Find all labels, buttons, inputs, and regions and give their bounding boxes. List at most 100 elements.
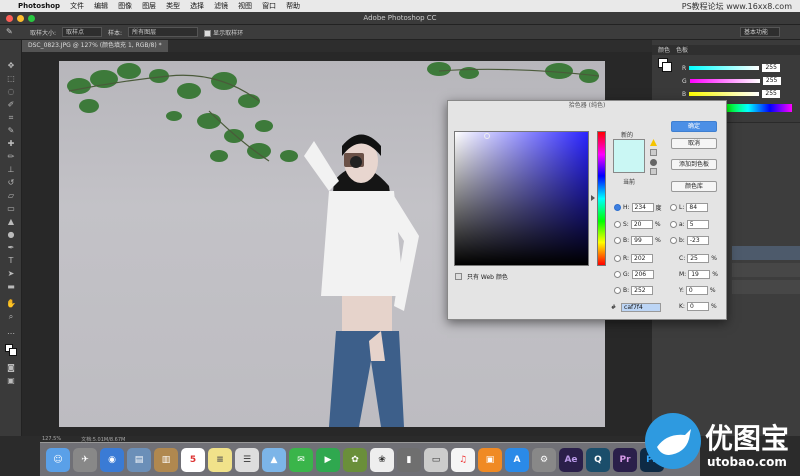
y-input[interactable]: 0 [685,286,708,295]
hand-tool-icon[interactable]: ✋ [4,298,18,309]
photo-booth-icon[interactable]: ✿ [343,447,367,472]
eyedropper-icon[interactable]: ✎ [6,27,13,36]
r-radio[interactable] [614,255,621,262]
green-slider-row[interactable]: G 255 [682,77,792,85]
web-swatch-icon[interactable] [650,168,657,175]
g-radio[interactable] [614,271,621,278]
sample-select[interactable]: 所有图层 [128,27,199,37]
document-tab[interactable]: DSC_0823.JPG @ 127% (颜色填充 1, RGB/8) * [22,40,168,52]
menu-type[interactable]: 类型 [166,1,180,11]
c-field-row[interactable]: C: 25% [679,254,717,263]
b-radio[interactable] [614,237,621,244]
workspace-select[interactable]: 基本功能 [740,27,780,37]
system-preferences-icon[interactable]: ⚙ [532,447,556,472]
s-field-row[interactable]: S: 20% [614,220,661,229]
app-menu[interactable]: Photoshop [18,2,60,10]
web-only-row[interactable]: 只有 Web 颜色 [455,272,508,281]
history-brush-icon[interactable]: ↺ [4,177,18,188]
color-swatches-icon[interactable] [4,344,18,358]
green-value[interactable]: 255 [762,77,781,85]
layer-row-selected[interactable] [732,246,800,260]
ok-button[interactable]: 确定 [671,121,717,132]
a-radio[interactable] [670,221,677,228]
launchpad-icon[interactable]: ✈ [73,447,97,472]
s-input[interactable]: 20 [630,220,653,229]
red-slider-row[interactable]: R 255 [682,64,792,72]
books-icon[interactable]: ▣ [478,447,502,472]
r-field-row[interactable]: R: 202 [614,254,655,263]
color-field-cursor[interactable] [484,133,490,139]
layer-row[interactable] [732,280,800,294]
out-of-gamut-warning-icon[interactable] [650,139,657,146]
saturation-brightness-field[interactable] [454,131,589,266]
l-radio[interactable] [670,204,677,211]
music-icon[interactable]: ♫ [451,447,475,472]
blue-slider-row[interactable]: B 255 [682,90,792,98]
blue-field-row[interactable]: B: 252 [614,286,655,295]
b-input[interactable]: 99 [631,236,654,245]
quick-select-tool-icon[interactable]: ✐ [4,99,18,110]
web-safe-warning-icon[interactable] [650,159,657,166]
path-select-tool-icon[interactable]: ➤ [4,268,18,279]
menu-layer[interactable]: 图层 [142,1,156,11]
a-input[interactable]: 5 [686,220,709,229]
menu-file[interactable]: 文件 [70,1,84,11]
hue-slider-handle-icon[interactable] [591,195,595,201]
web-only-checkbox[interactable] [455,273,462,280]
b-field-row[interactable]: B: 99% [614,236,661,245]
eyedropper-tool-icon[interactable]: ✎ [4,125,18,136]
h-radio[interactable] [614,204,621,211]
blue-value[interactable]: 255 [762,90,781,98]
photos-icon[interactable]: ❀ [370,447,394,472]
close-window-button[interactable] [6,15,13,22]
hue-slider[interactable] [597,131,606,266]
reminders-icon[interactable]: ☰ [235,447,259,472]
blue-radio[interactable] [614,287,621,294]
hex-input[interactable]: caf7f4 [621,303,662,312]
blur-tool-icon[interactable]: ▲ [4,216,18,227]
k-input[interactable]: 0 [686,302,709,311]
maps-icon[interactable]: ▲ [262,447,286,472]
messages-icon[interactable]: ✉ [289,447,313,472]
blue-slider[interactable] [689,92,760,96]
g-input[interactable]: 206 [631,270,654,279]
app-store-icon[interactable]: A [505,447,529,472]
c-input[interactable]: 25 [687,254,710,263]
current-color-swatch[interactable] [613,156,645,173]
show-ring-checkbox[interactable] [204,29,212,37]
brush-tool-icon[interactable]: ✏ [4,151,18,162]
cancel-button[interactable]: 取消 [671,138,717,149]
premiere-icon[interactable]: Pr [613,447,637,472]
hex-field-row[interactable]: # caf7f4 [611,303,663,312]
preview-icon[interactable]: ▤ [127,447,151,472]
menu-view[interactable]: 视图 [238,1,252,11]
red-value[interactable]: 255 [762,64,781,72]
red-slider[interactable] [689,66,760,70]
fg-bg-swatch[interactable] [658,58,672,72]
l-field-row[interactable]: L: 84 [670,203,710,212]
move-tool-icon[interactable]: ✥ [4,60,18,71]
after-effects-icon[interactable]: Ae [559,447,583,472]
shape-tool-icon[interactable]: ▬ [4,281,18,292]
screen-mode-icon[interactable]: ▣ [4,375,18,386]
h-field-row[interactable]: H: 234 度 [614,203,662,212]
sample-size-select[interactable]: 取样点 [62,27,103,37]
menu-window[interactable]: 窗口 [262,1,276,11]
s-radio[interactable] [614,221,621,228]
y-field-row[interactable]: Y: 0% [679,286,716,295]
keynote-icon[interactable]: ▭ [424,447,448,472]
contacts-icon[interactable]: ▥ [154,447,178,472]
quick-mask-icon[interactable]: ◙ [4,362,18,373]
facetime-icon[interactable]: ▶ [316,447,340,472]
green-slider[interactable] [689,79,760,83]
g-field-row[interactable]: G: 206 [614,270,656,279]
healing-tool-icon[interactable]: ✚ [4,138,18,149]
minimize-window-button[interactable] [17,15,24,22]
stamp-tool-icon[interactable]: ⊥ [4,164,18,175]
color-libraries-button[interactable]: 颜色库 [671,181,717,192]
blue-input[interactable]: 252 [631,286,654,295]
m-field-row[interactable]: M: 19% [679,270,718,279]
menu-filter[interactable]: 滤镜 [214,1,228,11]
type-tool-icon[interactable]: T [4,255,18,266]
safari-icon[interactable]: ◉ [100,447,124,472]
